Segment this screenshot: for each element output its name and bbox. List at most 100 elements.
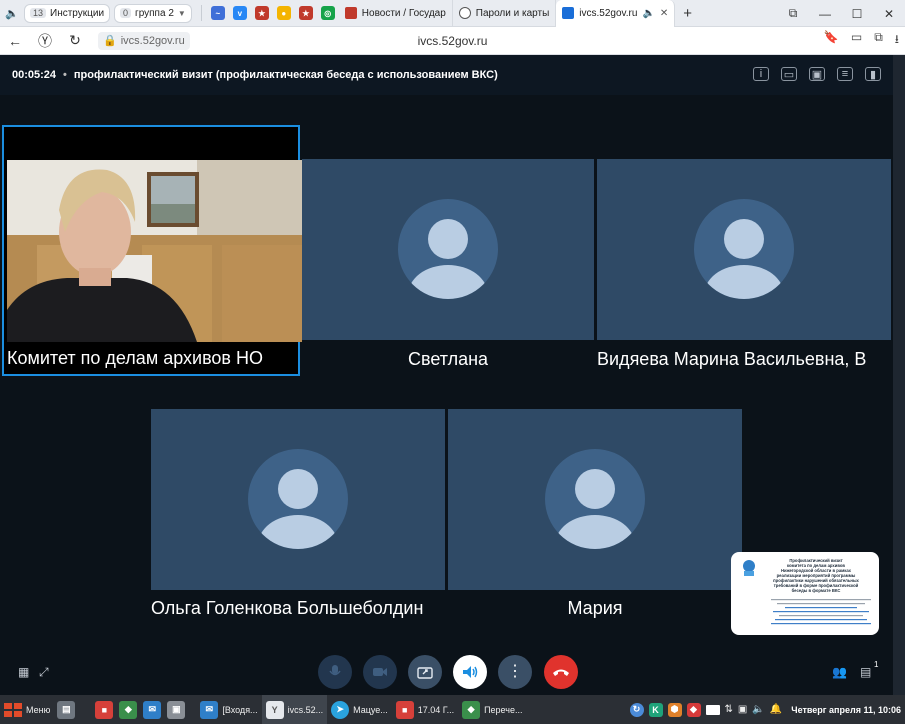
participant-video bbox=[7, 160, 302, 342]
tab-label: ivcs.52gov.ru bbox=[579, 7, 638, 19]
volume-icon[interactable]: 🔈 bbox=[752, 704, 764, 715]
taskbar-app-mail[interactable]: ✉ [Входя... bbox=[196, 695, 261, 724]
pinned-tab-vk-icon[interactable]: v bbox=[232, 6, 247, 20]
system-clock: Четверг апреля 11, 10:06 bbox=[791, 704, 901, 715]
more-options-button[interactable]: ⋮ bbox=[498, 655, 532, 689]
address-bar: ← Ⓨ ↻ 🔒 ivcs.52gov.ru ivcs.52gov.ru 🔖 ▭ … bbox=[0, 27, 905, 55]
camera-icon bbox=[373, 668, 387, 676]
stats-icon[interactable]: ▮ bbox=[865, 67, 881, 81]
camera-button[interactable] bbox=[363, 655, 397, 689]
participant-name: Ольга Голенкова Большеболдин bbox=[151, 598, 424, 618]
update-icon[interactable]: ↻ bbox=[629, 702, 644, 717]
mail-icon[interactable]: ✉ bbox=[143, 700, 162, 719]
yandex-browser-icon: Y bbox=[265, 700, 284, 719]
package-icon[interactable]: ⬢ bbox=[667, 702, 682, 717]
screen-share-icon[interactable]: ▣ bbox=[809, 67, 825, 81]
chevron-down-icon: ▼ bbox=[177, 8, 186, 18]
app-diamond-icon: ◆ bbox=[462, 700, 481, 719]
folder-icon[interactable]: ▭ bbox=[781, 67, 797, 81]
participant-tile[interactable] bbox=[448, 409, 742, 590]
pinned-tab-emblem-icon[interactable]: ★ bbox=[254, 6, 269, 20]
collections-icon[interactable]: ⧉ bbox=[777, 6, 809, 21]
minimize-icon[interactable]: — bbox=[809, 7, 841, 21]
system-tray: ↻ K ⬢ ◆ ⇅ ▣ 🔈 🔔 Четверг апреля 11, 10:06 bbox=[629, 695, 901, 724]
chat-icon[interactable]: ≡ bbox=[837, 67, 853, 81]
chat-icon[interactable]: ▤ bbox=[860, 665, 871, 679]
scrollbar[interactable] bbox=[893, 55, 905, 695]
info-icon[interactable]: i bbox=[753, 67, 769, 81]
participant-name: Видяева Марина Васильевна, В bbox=[597, 349, 867, 369]
avatar bbox=[248, 449, 348, 549]
participant-tile[interactable] bbox=[597, 159, 891, 340]
scanner-icon[interactable]: ▣ bbox=[167, 700, 186, 719]
fullscreen-icon[interactable]: ⤢ bbox=[39, 665, 49, 680]
new-tab-icon[interactable]: + bbox=[683, 5, 692, 22]
tab-group-label: группа 2 bbox=[135, 7, 174, 19]
speaker-button[interactable] bbox=[453, 655, 487, 689]
participant-tile[interactable] bbox=[151, 409, 445, 590]
participant-tile[interactable] bbox=[302, 159, 594, 340]
kaspersky-icon[interactable]: K bbox=[648, 702, 663, 717]
app-diamond-icon[interactable]: ◆ bbox=[119, 700, 138, 719]
tab-label: Пароли и карты bbox=[475, 7, 550, 19]
keyboard-layout-flag-icon[interactable] bbox=[705, 704, 720, 715]
bookmark-icon[interactable]: 🔖 bbox=[824, 30, 839, 51]
taskbar-app-label: ivcs.52... bbox=[287, 704, 324, 715]
tab-group-instructions[interactable]: 13 Инструкции bbox=[24, 3, 111, 23]
share-screen-button[interactable] bbox=[408, 655, 442, 689]
url-field[interactable]: 🔒 ivcs.52gov.ru bbox=[98, 31, 190, 50]
anydesk-icon[interactable]: ◆ bbox=[686, 702, 701, 717]
start-menu-button[interactable]: Меню bbox=[0, 695, 54, 724]
close-icon[interactable]: ✕ bbox=[660, 8, 668, 19]
participant-tile-video[interactable]: Комитет по делам архивов НО bbox=[2, 125, 302, 376]
taskbar-app-label: Мацуе... bbox=[353, 704, 388, 715]
slide-line: беседы в формате ВКС bbox=[791, 588, 841, 593]
conference-header: 00:05:24 • профилактический визит (профи… bbox=[0, 55, 893, 95]
files-icon[interactable]: ▤ bbox=[57, 700, 76, 719]
speaker-icon bbox=[463, 666, 478, 678]
taskbar-app-telegram[interactable]: ➤ Мацуе... bbox=[327, 695, 392, 724]
reload-icon[interactable]: ↻ bbox=[60, 32, 90, 49]
app-red-icon[interactable]: ■ bbox=[95, 700, 114, 719]
shared-slide-preview[interactable]: Профилактический визит комитета по делам… bbox=[731, 552, 879, 635]
pinned-tab-feather-icon[interactable]: ~ bbox=[210, 6, 225, 20]
microphone-button[interactable] bbox=[318, 655, 352, 689]
tab-ivcs[interactable]: ivcs.52gov.ru 🔈 ✕ bbox=[556, 0, 676, 27]
separator-dot: • bbox=[63, 69, 67, 81]
taskbar-app-label: Перече... bbox=[484, 704, 523, 715]
tab-group-2[interactable]: 0 группа 2 ▼ bbox=[114, 3, 192, 23]
taskbar-app-list[interactable]: ◆ Перече... bbox=[458, 695, 526, 724]
back-icon[interactable]: ← bbox=[0, 33, 30, 49]
speaker-icon[interactable]: 🔈 bbox=[642, 8, 654, 19]
participants-icon[interactable]: 👥 bbox=[832, 665, 847, 679]
pinned-tab-colorwheel-icon[interactable]: ● bbox=[276, 6, 291, 20]
screenshot-icon[interactable]: ▣ bbox=[738, 704, 747, 715]
pinned-tab-emblem2-icon[interactable]: ★ bbox=[298, 6, 313, 20]
participant-name: Светлана bbox=[407, 349, 489, 369]
reader-icon[interactable]: ▭ bbox=[851, 30, 862, 51]
ivcs-icon bbox=[562, 7, 575, 19]
taskbar-app-document[interactable]: ■ 17.04 Г... bbox=[392, 695, 458, 724]
tab-news[interactable]: Новости / Государ bbox=[339, 0, 453, 27]
grid-layout-icon[interactable]: ▦ bbox=[18, 665, 29, 679]
maximize-icon[interactable]: ☐ bbox=[841, 7, 873, 21]
extensions-icon[interactable]: ⧉ bbox=[874, 30, 883, 51]
close-icon[interactable]: ✕ bbox=[873, 7, 905, 21]
divider bbox=[200, 5, 202, 21]
avatar bbox=[398, 199, 498, 299]
tab-group-label: Инструкции bbox=[50, 7, 105, 19]
pinned-tab-green-icon[interactable]: ◎ bbox=[320, 6, 335, 20]
os-taskbar: Меню ▤ ■ ◆ ✉ ▣ ✉ [Входя... Y ivcs.52... … bbox=[0, 695, 905, 724]
emblem-icon bbox=[743, 560, 755, 576]
network-icon[interactable]: ⇅ bbox=[725, 704, 733, 715]
speaker-icon[interactable]: 🔈 bbox=[0, 7, 24, 20]
notifications-icon[interactable]: 🔔 bbox=[770, 704, 782, 715]
url-text: ivcs.52gov.ru bbox=[120, 34, 185, 47]
download-icon[interactable]: ⭳ bbox=[895, 30, 899, 51]
menu-label: Меню bbox=[26, 704, 51, 715]
slide-fine-print bbox=[771, 599, 871, 625]
hang-up-button[interactable] bbox=[544, 655, 578, 689]
tab-passwords[interactable]: Пароли и карты bbox=[453, 0, 557, 27]
taskbar-app-browser[interactable]: Y ivcs.52... bbox=[261, 695, 328, 724]
yandex-icon[interactable]: Ⓨ bbox=[30, 31, 60, 51]
